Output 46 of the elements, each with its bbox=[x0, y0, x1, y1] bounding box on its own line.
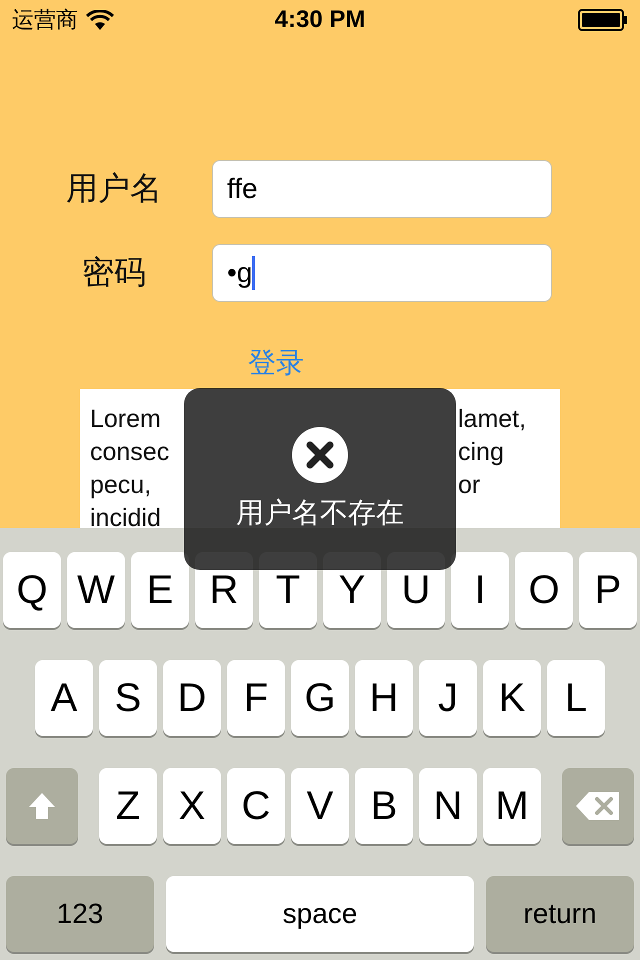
keyboard-key[interactable]: J bbox=[419, 660, 477, 736]
keyboard-key[interactable]: V bbox=[291, 768, 349, 844]
return-key[interactable]: return bbox=[486, 876, 634, 952]
input-field[interactable]: ffe bbox=[212, 160, 552, 218]
body-text: consec bbox=[90, 437, 170, 468]
error-icon bbox=[291, 426, 349, 484]
keyboard-key[interactable]: P bbox=[579, 552, 637, 628]
field-label: 密码 bbox=[81, 252, 147, 293]
keyboard-key[interactable]: Q bbox=[3, 552, 61, 628]
keyboard-key[interactable]: Z bbox=[99, 768, 157, 844]
keyboard-key[interactable]: G bbox=[291, 660, 349, 736]
keyboard-key[interactable]: X bbox=[163, 768, 221, 844]
keyboard-key[interactable]: H bbox=[355, 660, 413, 736]
space-key[interactable]: space bbox=[166, 876, 474, 952]
keyboard-key[interactable]: D bbox=[163, 660, 221, 736]
carrier-name: 运营商 bbox=[12, 6, 78, 34]
body-text: pecu, bbox=[90, 470, 152, 501]
keyboard-key[interactable]: A bbox=[35, 660, 93, 736]
keyboard-key[interactable]: B bbox=[355, 768, 413, 844]
body-text: lamet, bbox=[458, 404, 526, 435]
keyboard-key[interactable]: F bbox=[227, 660, 285, 736]
status-time: 4:30 PM bbox=[274, 6, 366, 34]
delete-icon bbox=[575, 791, 621, 821]
field-label: 用户名 bbox=[65, 168, 163, 209]
shift-key[interactable] bbox=[6, 768, 78, 844]
numbers-key[interactable]: 123 bbox=[6, 876, 154, 952]
body-text: or bbox=[458, 470, 480, 501]
input-field[interactable]: •g bbox=[212, 244, 552, 302]
keyboard-key[interactable]: C bbox=[227, 768, 285, 844]
body-text: incidid bbox=[90, 503, 162, 528]
keyboard-key[interactable]: N bbox=[419, 768, 477, 844]
body-text: cing bbox=[458, 437, 504, 468]
keyboard-key[interactable]: W bbox=[67, 552, 125, 628]
battery-icon bbox=[578, 9, 628, 31]
toast-message: 用户名不存在 bbox=[236, 495, 404, 531]
keyboard-key[interactable]: M bbox=[483, 768, 541, 844]
keyboard-key[interactable]: S bbox=[99, 660, 157, 736]
keyboard-key[interactable]: K bbox=[483, 660, 541, 736]
keyboard-key[interactable]: E bbox=[131, 552, 189, 628]
wifi-icon bbox=[86, 10, 114, 30]
shift-icon bbox=[27, 791, 57, 821]
keyboard-key[interactable]: O bbox=[515, 552, 573, 628]
delete-key[interactable] bbox=[562, 768, 634, 844]
keyboard-key[interactable]: L bbox=[547, 660, 605, 736]
keyboard-key[interactable]: I bbox=[451, 552, 509, 628]
body-text: Lorem bbox=[90, 404, 162, 435]
